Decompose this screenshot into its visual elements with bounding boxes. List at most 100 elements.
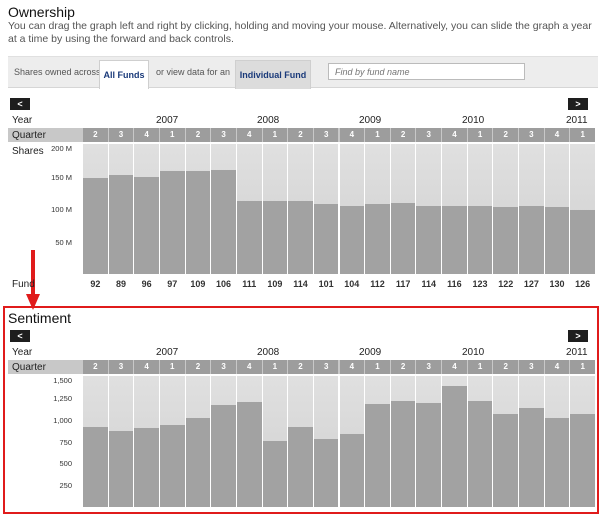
year-label: 2007 xyxy=(156,347,179,358)
fund-count-value: 109 xyxy=(267,279,283,289)
y-tick-label: 500 xyxy=(59,459,72,469)
chart-bar[interactable] xyxy=(83,177,108,274)
chart-bar[interactable] xyxy=(134,428,159,507)
chart-bar[interactable] xyxy=(185,417,211,507)
fund-count-value: 116 xyxy=(447,279,462,289)
sentiment-year-row-label: Year xyxy=(12,347,33,358)
shares-owned-label: Shares owned across xyxy=(14,67,101,77)
fund-count-row: 92 89 96 97 109 106 111 109 114 101 104 112 117 114 11… xyxy=(8,279,590,291)
sentiment-chart[interactable]: 1,500 1,250 1,000 750 500 250 xyxy=(8,376,595,507)
sentiment-prev-button[interactable]: < xyxy=(10,330,30,342)
chart-bar[interactable] xyxy=(467,206,493,274)
chart-bar[interactable] xyxy=(313,203,339,274)
year-label: 2009 xyxy=(359,115,382,126)
ownership-description: You can drag the graph left and right by… xyxy=(8,20,592,45)
fund-count-value: 117 xyxy=(395,279,411,289)
quarter-cell: 2 xyxy=(390,360,416,374)
ownership-prev-button[interactable]: < xyxy=(10,98,30,110)
fund-count-value: 112 xyxy=(370,279,385,289)
quarter-cell: 3 xyxy=(416,360,442,374)
chart-bar[interactable] xyxy=(159,171,185,274)
quarter-cell: 3 xyxy=(416,128,442,142)
chart-bar[interactable] xyxy=(211,170,236,274)
chart-bar[interactable] xyxy=(83,426,108,507)
chart-bar[interactable] xyxy=(211,404,236,507)
quarter-cell: 4 xyxy=(544,128,570,142)
fund-count-value: 122 xyxy=(498,279,514,289)
ownership-title: Ownership xyxy=(8,4,75,20)
chart-bar[interactable] xyxy=(493,207,519,274)
fund-count-value: 106 xyxy=(216,279,232,289)
chart-bar[interactable] xyxy=(365,203,390,274)
chart-bar[interactable] xyxy=(108,175,134,274)
year-label: 2008 xyxy=(257,115,280,126)
chart-bar[interactable] xyxy=(108,431,134,507)
sentiment-next-button[interactable]: > xyxy=(568,330,588,342)
view-data-label: or view data for an xyxy=(156,67,231,77)
year-row-label: Year xyxy=(12,115,33,126)
chart-bar[interactable] xyxy=(134,177,159,274)
y-tick-label: 50 M xyxy=(55,237,72,247)
chart-bar[interactable] xyxy=(519,206,544,274)
chart-bar[interactable] xyxy=(365,403,390,507)
quarter-cell: 1 xyxy=(262,360,288,374)
fund-count-value: 89 xyxy=(115,279,126,289)
chart-bar[interactable] xyxy=(185,171,211,274)
chart-bar[interactable] xyxy=(236,201,262,274)
quarter-cell: 1 xyxy=(570,360,595,374)
chart-bar[interactable] xyxy=(262,201,288,274)
chart-bar[interactable] xyxy=(570,209,595,274)
quarter-cell: 4 xyxy=(134,360,159,374)
fund-count-value: 96 xyxy=(141,279,152,289)
chart-bar[interactable] xyxy=(390,401,416,507)
fund-row-label: Fund xyxy=(12,279,35,290)
quarter-cell: 4 xyxy=(544,360,570,374)
quarter-cell: 1 xyxy=(570,128,595,142)
chart-bar[interactable] xyxy=(288,201,313,274)
quarter-cell: 3 xyxy=(313,360,339,374)
chart-bar[interactable] xyxy=(467,401,493,507)
chart-bar[interactable] xyxy=(339,433,365,507)
quarter-cell: 2 xyxy=(288,128,313,142)
chart-bar[interactable] xyxy=(339,206,365,274)
y-tick-label: 1,500 xyxy=(53,376,72,385)
fund-search-input[interactable] xyxy=(328,63,525,80)
fund-count-value: 104 xyxy=(344,279,360,289)
ownership-quarter-row: 23412341234123412341 xyxy=(8,128,595,142)
year-label: 2008 xyxy=(257,347,280,358)
quarter-cell: 2 xyxy=(493,128,519,142)
fund-count-value: 114 xyxy=(421,279,437,289)
quarter-cell: 2 xyxy=(390,128,416,142)
chart-bar[interactable] xyxy=(390,203,416,274)
quarter-cell: 4 xyxy=(236,128,262,142)
chart-bar[interactable] xyxy=(519,408,544,507)
chart-bar[interactable] xyxy=(544,417,570,507)
tab-all-funds[interactable]: All Funds xyxy=(99,60,149,89)
quarter-cell: 3 xyxy=(108,360,134,374)
quarter-cell: 4 xyxy=(339,360,365,374)
y-tick-label: 1,000 xyxy=(53,415,72,425)
sentiment-title: Sentiment xyxy=(8,310,72,326)
quarter-cell: 3 xyxy=(211,360,236,374)
chart-bar[interactable] xyxy=(262,440,288,507)
quarter-cell: 2 xyxy=(493,360,519,374)
chart-bar[interactable] xyxy=(313,438,339,507)
chart-bar[interactable] xyxy=(288,426,313,507)
ownership-next-button[interactable]: > xyxy=(568,98,588,110)
chart-bar[interactable] xyxy=(159,424,185,507)
y-tick-label: 250 xyxy=(59,481,72,491)
chart-bar[interactable] xyxy=(416,205,442,274)
chart-bar[interactable] xyxy=(236,402,262,507)
fund-count-value: 114 xyxy=(293,279,308,289)
chart-bar[interactable] xyxy=(570,414,595,507)
tab-individual-fund[interactable]: Individual Fund xyxy=(235,60,311,89)
chart-bar[interactable] xyxy=(442,386,467,507)
chart-bar[interactable] xyxy=(544,207,570,274)
chart-bar[interactable] xyxy=(416,403,442,507)
chart-bar[interactable] xyxy=(493,414,519,507)
chart-bar[interactable] xyxy=(442,206,467,274)
y-tick-label: 1,250 xyxy=(53,393,72,403)
fund-count-value: 92 xyxy=(90,279,101,289)
fund-count-value: 126 xyxy=(575,279,591,289)
shares-chart[interactable]: 200 M 150 M 100 M 50 M xyxy=(8,144,595,274)
